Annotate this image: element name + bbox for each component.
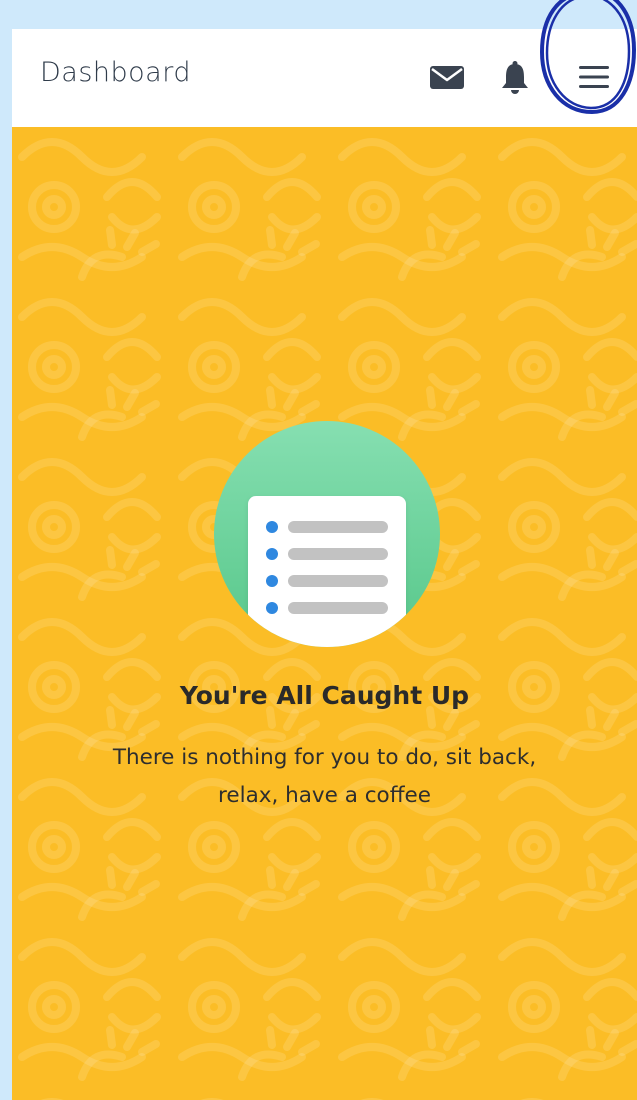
menu-button[interactable] xyxy=(570,53,618,101)
notifications-button[interactable] xyxy=(491,53,539,101)
top-app-bar: Dashboard xyxy=(12,29,637,127)
placeholder-line xyxy=(288,521,388,533)
list-item xyxy=(266,547,388,561)
bullet-dot xyxy=(266,602,278,614)
checklist-illustration xyxy=(214,421,440,647)
placeholder-line xyxy=(288,602,388,614)
mail-button[interactable] xyxy=(423,53,471,101)
bullet-dot xyxy=(266,548,278,560)
hamburger-menu-icon xyxy=(579,66,609,88)
page-title: Dashboard xyxy=(40,57,191,88)
checklist-document-icon xyxy=(248,496,406,647)
bullet-dot xyxy=(266,575,278,587)
list-item xyxy=(266,520,388,534)
bullet-dot xyxy=(266,521,278,533)
list-item xyxy=(266,601,388,615)
placeholder-line xyxy=(288,548,388,560)
empty-state-heading: You're All Caught Up xyxy=(179,681,470,710)
mail-icon xyxy=(430,66,464,89)
bell-icon xyxy=(502,61,528,94)
app-screen: Dashboard You're All Caught Up There is … xyxy=(12,29,637,1100)
list-item xyxy=(266,574,388,588)
empty-state-message: There is nothing for you to do, sit back… xyxy=(112,745,537,808)
placeholder-line xyxy=(288,575,388,587)
